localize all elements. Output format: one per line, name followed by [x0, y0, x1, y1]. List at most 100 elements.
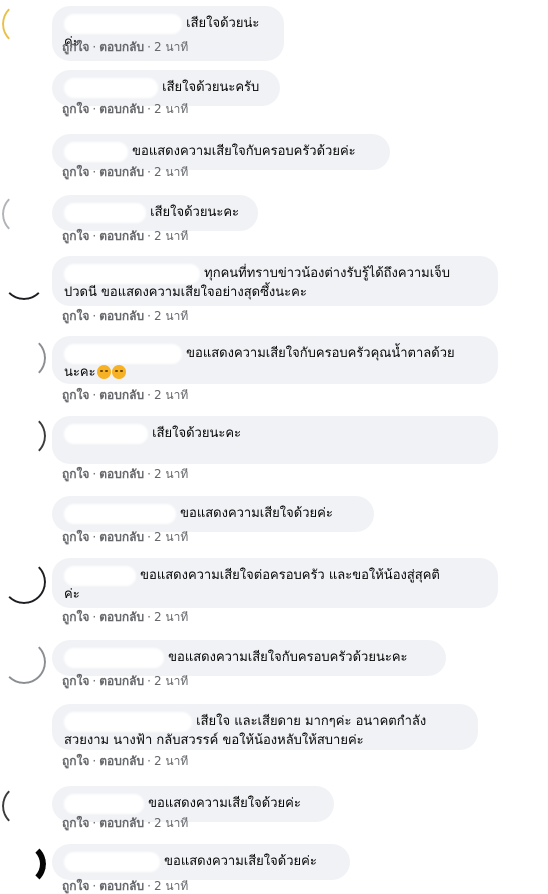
avatar[interactable]: [2, 560, 46, 604]
reply-link[interactable]: ตอบกลับ: [99, 610, 144, 624]
like-link[interactable]: ถูกใจ: [62, 674, 89, 688]
timestamp[interactable]: 2 นาที: [154, 165, 188, 179]
avatar[interactable]: [2, 414, 46, 458]
reply-link[interactable]: ตอบกลับ: [99, 102, 144, 116]
comment-actions: ถูกใจ · ตอบกลับ · 2 นาที: [62, 164, 188, 180]
reply-link[interactable]: ตอบกลับ: [99, 754, 144, 768]
commenter-name[interactable]: [64, 794, 144, 814]
comment-actions: ถูกใจ · ตอบกลับ · 2 นาที: [62, 228, 188, 244]
reply-link[interactable]: ตอบกลับ: [99, 309, 144, 323]
commenter-name[interactable]: [64, 344, 182, 364]
comment-actions: ถูกใจ · ตอบกลับ · 2 นาที: [62, 308, 188, 324]
comment-actions: ถูกใจ · ตอบกลับ · 2 นาที: [62, 673, 188, 689]
comment-text-line: สวยงาม นางฟ้า กลับสวรรค์ ขอให้น้องหลับให…: [64, 733, 364, 748]
comment-bubble: ทุกคนที่ทราบข่าวน้องต่างรับรู้ได้ถึงความ…: [52, 256, 498, 306]
separator-dot: ·: [92, 674, 97, 688]
like-link[interactable]: ถูกใจ: [62, 309, 89, 323]
avatar[interactable]: [2, 640, 46, 684]
commenter-name[interactable]: [64, 504, 176, 524]
comment-actions: ถูกใจ · ตอบกลับ · 2 นาที: [62, 878, 188, 894]
timestamp[interactable]: 2 นาที: [154, 754, 188, 768]
avatar[interactable]: [2, 2, 46, 46]
timestamp[interactable]: 2 นาที: [154, 40, 188, 54]
timestamp[interactable]: 2 นาที: [154, 388, 188, 402]
timestamp[interactable]: 2 นาที: [154, 229, 188, 243]
comment-bubble: เสียใจด้วยนะคะ: [52, 195, 258, 231]
commenter-name[interactable]: [64, 648, 164, 668]
comment-text: ขอแสดงความเสียใจด้วยค่ะ: [180, 506, 333, 521]
timestamp[interactable]: 2 นาที: [154, 102, 188, 116]
like-link[interactable]: ถูกใจ: [62, 102, 89, 116]
comment-bubble: เสียใจด้วยนะคะ: [52, 416, 498, 464]
commenter-name[interactable]: [64, 424, 148, 444]
avatar[interactable]: [2, 784, 46, 828]
reply-link[interactable]: ตอบกลับ: [99, 530, 144, 544]
reply-link[interactable]: ตอบกลับ: [99, 467, 144, 481]
timestamp[interactable]: 2 นาที: [154, 610, 188, 624]
like-link[interactable]: ถูกใจ: [62, 530, 89, 544]
like-link[interactable]: ถูกใจ: [62, 165, 89, 179]
separator-dot: ·: [147, 40, 151, 54]
commenter-name[interactable]: [64, 264, 200, 284]
avatar[interactable]: [2, 132, 46, 176]
avatar[interactable]: [2, 704, 46, 748]
comment-text-line: ปวดนี ขอแสดงความเสียใจอย่างสุดซึ้งนะคะ: [64, 285, 307, 300]
sad-face-icon: [96, 364, 111, 379]
comment-bubble: ขอแสดงความเสียใจกับครอบครัวด้วยนะคะ: [52, 640, 446, 676]
commenter-name[interactable]: [64, 142, 128, 162]
like-link[interactable]: ถูกใจ: [62, 229, 89, 243]
separator-dot: ·: [147, 229, 151, 243]
like-link[interactable]: ถูกใจ: [62, 754, 89, 768]
commenter-name[interactable]: [64, 852, 160, 872]
comment-actions: ถูกใจ · ตอบกลับ · 2 นาที: [62, 101, 188, 117]
commenter-name[interactable]: [64, 712, 192, 732]
reply-link[interactable]: ตอบกลับ: [99, 40, 144, 54]
comment-text-line: นะคะ: [64, 365, 96, 380]
separator-dot: ·: [147, 879, 151, 893]
avatar[interactable]: [2, 256, 46, 300]
avatar[interactable]: [2, 492, 46, 536]
timestamp[interactable]: 2 นาที: [154, 816, 188, 830]
avatar[interactable]: [2, 68, 46, 112]
avatar[interactable]: [2, 842, 46, 886]
reply-link[interactable]: ตอบกลับ: [99, 229, 144, 243]
reply-link[interactable]: ตอบกลับ: [99, 388, 144, 402]
like-link[interactable]: ถูกใจ: [62, 816, 89, 830]
comment-actions: ถูกใจ · ตอบกลับ · 2 นาที: [62, 39, 188, 55]
commenter-name[interactable]: [64, 78, 158, 98]
comment-text: ขอแสดงความเสียใจด้วยค่ะ: [164, 854, 317, 869]
comment-text-line: ขอแสดงความเสียใจกับครอบครัวคุณน้ำตาลด้วย: [186, 346, 455, 361]
reply-link[interactable]: ตอบกลับ: [99, 165, 144, 179]
like-link[interactable]: ถูกใจ: [62, 40, 89, 54]
separator-dot: ·: [92, 309, 97, 323]
separator-dot: ·: [92, 610, 97, 624]
timestamp[interactable]: 2 นาที: [154, 879, 188, 893]
comment-bubble: ขอแสดงความเสียใจด้วยค่ะ: [52, 844, 350, 880]
commenter-name[interactable]: [64, 203, 146, 223]
comment-text-line: ทุกคนที่ทราบข่าวน้องต่างรับรู้ได้ถึงความ…: [204, 266, 451, 281]
comment-actions: ถูกใจ · ตอบกลับ · 2 นาที: [62, 815, 188, 831]
commenter-name[interactable]: [64, 14, 182, 34]
timestamp[interactable]: 2 นาที: [154, 530, 188, 544]
reply-link[interactable]: ตอบกลับ: [99, 879, 144, 893]
comment-bubble: ขอแสดงความเสียใจด้วยค่ะ: [52, 496, 374, 532]
separator-dot: ·: [147, 674, 151, 688]
separator-dot: ·: [147, 309, 151, 323]
separator-dot: ·: [92, 467, 97, 481]
timestamp[interactable]: 2 นาที: [154, 467, 188, 481]
timestamp[interactable]: 2 นาที: [154, 309, 188, 323]
commenter-name[interactable]: [64, 566, 136, 586]
avatar[interactable]: [2, 336, 46, 380]
reply-link[interactable]: ตอบกลับ: [99, 674, 144, 688]
timestamp[interactable]: 2 นาที: [154, 674, 188, 688]
like-link[interactable]: ถูกใจ: [62, 610, 89, 624]
separator-dot: ·: [92, 816, 97, 830]
like-link[interactable]: ถูกใจ: [62, 388, 89, 402]
comment-text-line: เสียใจ และเสียดาย มากๆค่ะ อนาคตกำลัง: [196, 714, 427, 729]
comment-actions: ถูกใจ · ตอบกลับ · 2 นาที: [62, 609, 188, 625]
like-link[interactable]: ถูกใจ: [62, 467, 89, 481]
comment-text: เสียใจด้วยนะคะ: [152, 426, 242, 441]
avatar[interactable]: [2, 192, 46, 236]
like-link[interactable]: ถูกใจ: [62, 879, 89, 893]
reply-link[interactable]: ตอบกลับ: [99, 816, 144, 830]
